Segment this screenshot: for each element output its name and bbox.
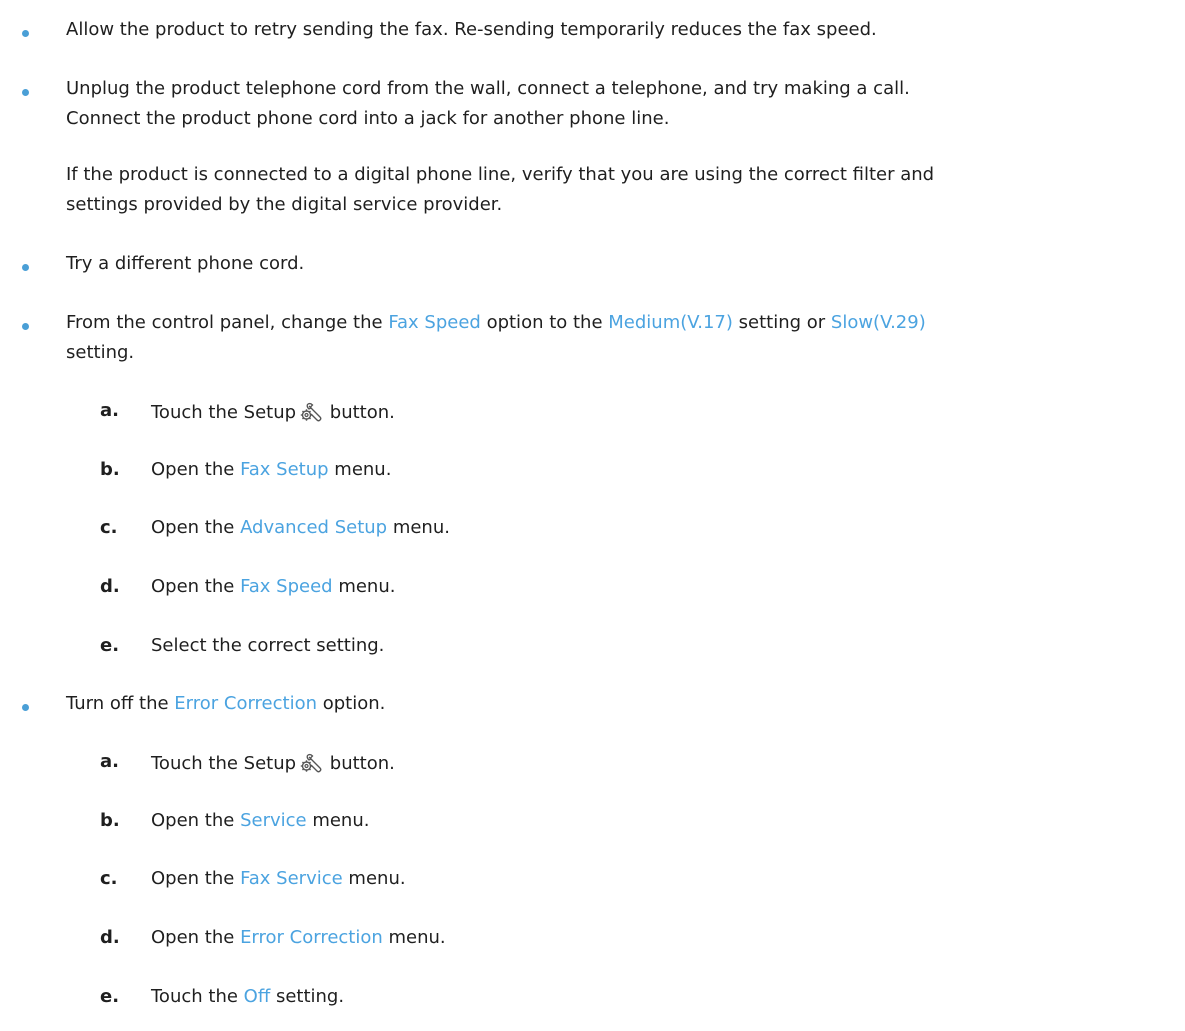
bullet-marker: [22, 89, 29, 96]
text-segment: menu.: [382, 927, 446, 948]
fax-speed-menu-link[interactable]: Fax Speed: [240, 576, 333, 597]
bullet-marker: [22, 30, 29, 37]
setup-wrench-gear-icon: [300, 402, 322, 422]
paragraph-text: If the product is connected to a digital…: [66, 164, 935, 185]
advanced-setup-menu-link[interactable]: Advanced Setup: [240, 517, 387, 538]
slow-v29-setting-link[interactable]: Slow(V.29): [831, 312, 926, 333]
bullet-text: From the control panel, change the Fax S…: [66, 314, 926, 332]
text-segment: option to the: [480, 312, 609, 333]
step-letter: b.: [100, 459, 120, 480]
step-text: Open the Fax Setup menu.: [151, 461, 391, 479]
step-text: Open the Advanced Setup menu.: [151, 519, 450, 537]
step-letter: b.: [100, 810, 120, 831]
step-letter: a.: [100, 751, 119, 772]
bullet-marker: [22, 323, 29, 330]
text-segment: Open the: [151, 576, 241, 597]
bullet-text: Connect the product phone cord into a ja…: [66, 108, 670, 129]
text-segment: Open the: [151, 927, 241, 948]
step-letter: e.: [100, 635, 120, 656]
text-segment: setting.: [270, 986, 345, 1007]
text-segment: Turn off the: [66, 693, 175, 714]
step-text: Open the Fax Speed menu.: [151, 578, 395, 596]
step-letter: e.: [100, 986, 120, 1007]
document-page: Allow the product to retry sending the f…: [0, 0, 1185, 1031]
step-text: Open the Error Correction menu.: [151, 929, 446, 947]
text-segment: Touch the: [151, 986, 244, 1007]
text-segment: Open the: [151, 459, 241, 480]
bullet-text: setting.: [66, 342, 135, 363]
text-segment: menu.: [387, 517, 450, 538]
text-segment: menu.: [342, 868, 406, 889]
fax-setup-menu-link[interactable]: Fax Setup: [240, 459, 329, 480]
bullet-text: Allow the product to retry sending the f…: [66, 19, 877, 40]
text-segment: setting or: [732, 312, 831, 333]
text-segment: Open the: [151, 810, 241, 831]
step-letter: c.: [100, 868, 118, 889]
fax-speed-option-link[interactable]: Fax Speed: [388, 312, 481, 333]
bullet-text: Turn off the Error Correction option.: [66, 695, 385, 713]
step-letter: c.: [100, 517, 118, 538]
text-segment: Touch the Setup: [151, 753, 297, 774]
bullet-text: Try a different phone cord.: [66, 253, 305, 274]
step-letter: d.: [100, 927, 120, 948]
step-letter: a.: [100, 400, 119, 421]
error-correction-menu-link[interactable]: Error Correction: [240, 927, 383, 948]
step-text: Touch the Setup button.: [151, 402, 395, 422]
medium-v17-setting-link[interactable]: Medium(V.17): [608, 312, 733, 333]
step-text: Touch the Off setting.: [151, 988, 344, 1006]
paragraph-text: settings provided by the digital service…: [66, 194, 503, 215]
error-correction-option-link[interactable]: Error Correction: [174, 693, 317, 714]
step-text: Open the Service menu.: [151, 812, 369, 830]
text-segment: menu.: [328, 459, 392, 480]
text-segment: button.: [324, 753, 395, 774]
step-text: Open the Fax Service menu.: [151, 870, 406, 888]
service-menu-link[interactable]: Service: [240, 810, 307, 831]
text-segment: button.: [324, 402, 395, 423]
step-text: Select the correct setting.: [151, 635, 385, 656]
text-segment: Open the: [151, 517, 241, 538]
text-segment: Touch the Setup: [151, 402, 297, 423]
fax-service-menu-link[interactable]: Fax Service: [240, 868, 343, 889]
bullet-marker: [22, 704, 29, 711]
bullet-marker: [22, 264, 29, 271]
text-segment: Open the: [151, 868, 241, 889]
text-segment: menu.: [306, 810, 370, 831]
bullet-text: Unplug the product telephone cord from t…: [66, 78, 910, 99]
step-text: Touch the Setup button.: [151, 753, 395, 773]
text-segment: option.: [317, 693, 386, 714]
step-letter: d.: [100, 576, 120, 597]
text-segment: menu.: [332, 576, 396, 597]
off-setting-link[interactable]: Off: [244, 986, 271, 1007]
setup-wrench-gear-icon: [300, 753, 322, 773]
text-segment: From the control panel, change the: [66, 312, 389, 333]
